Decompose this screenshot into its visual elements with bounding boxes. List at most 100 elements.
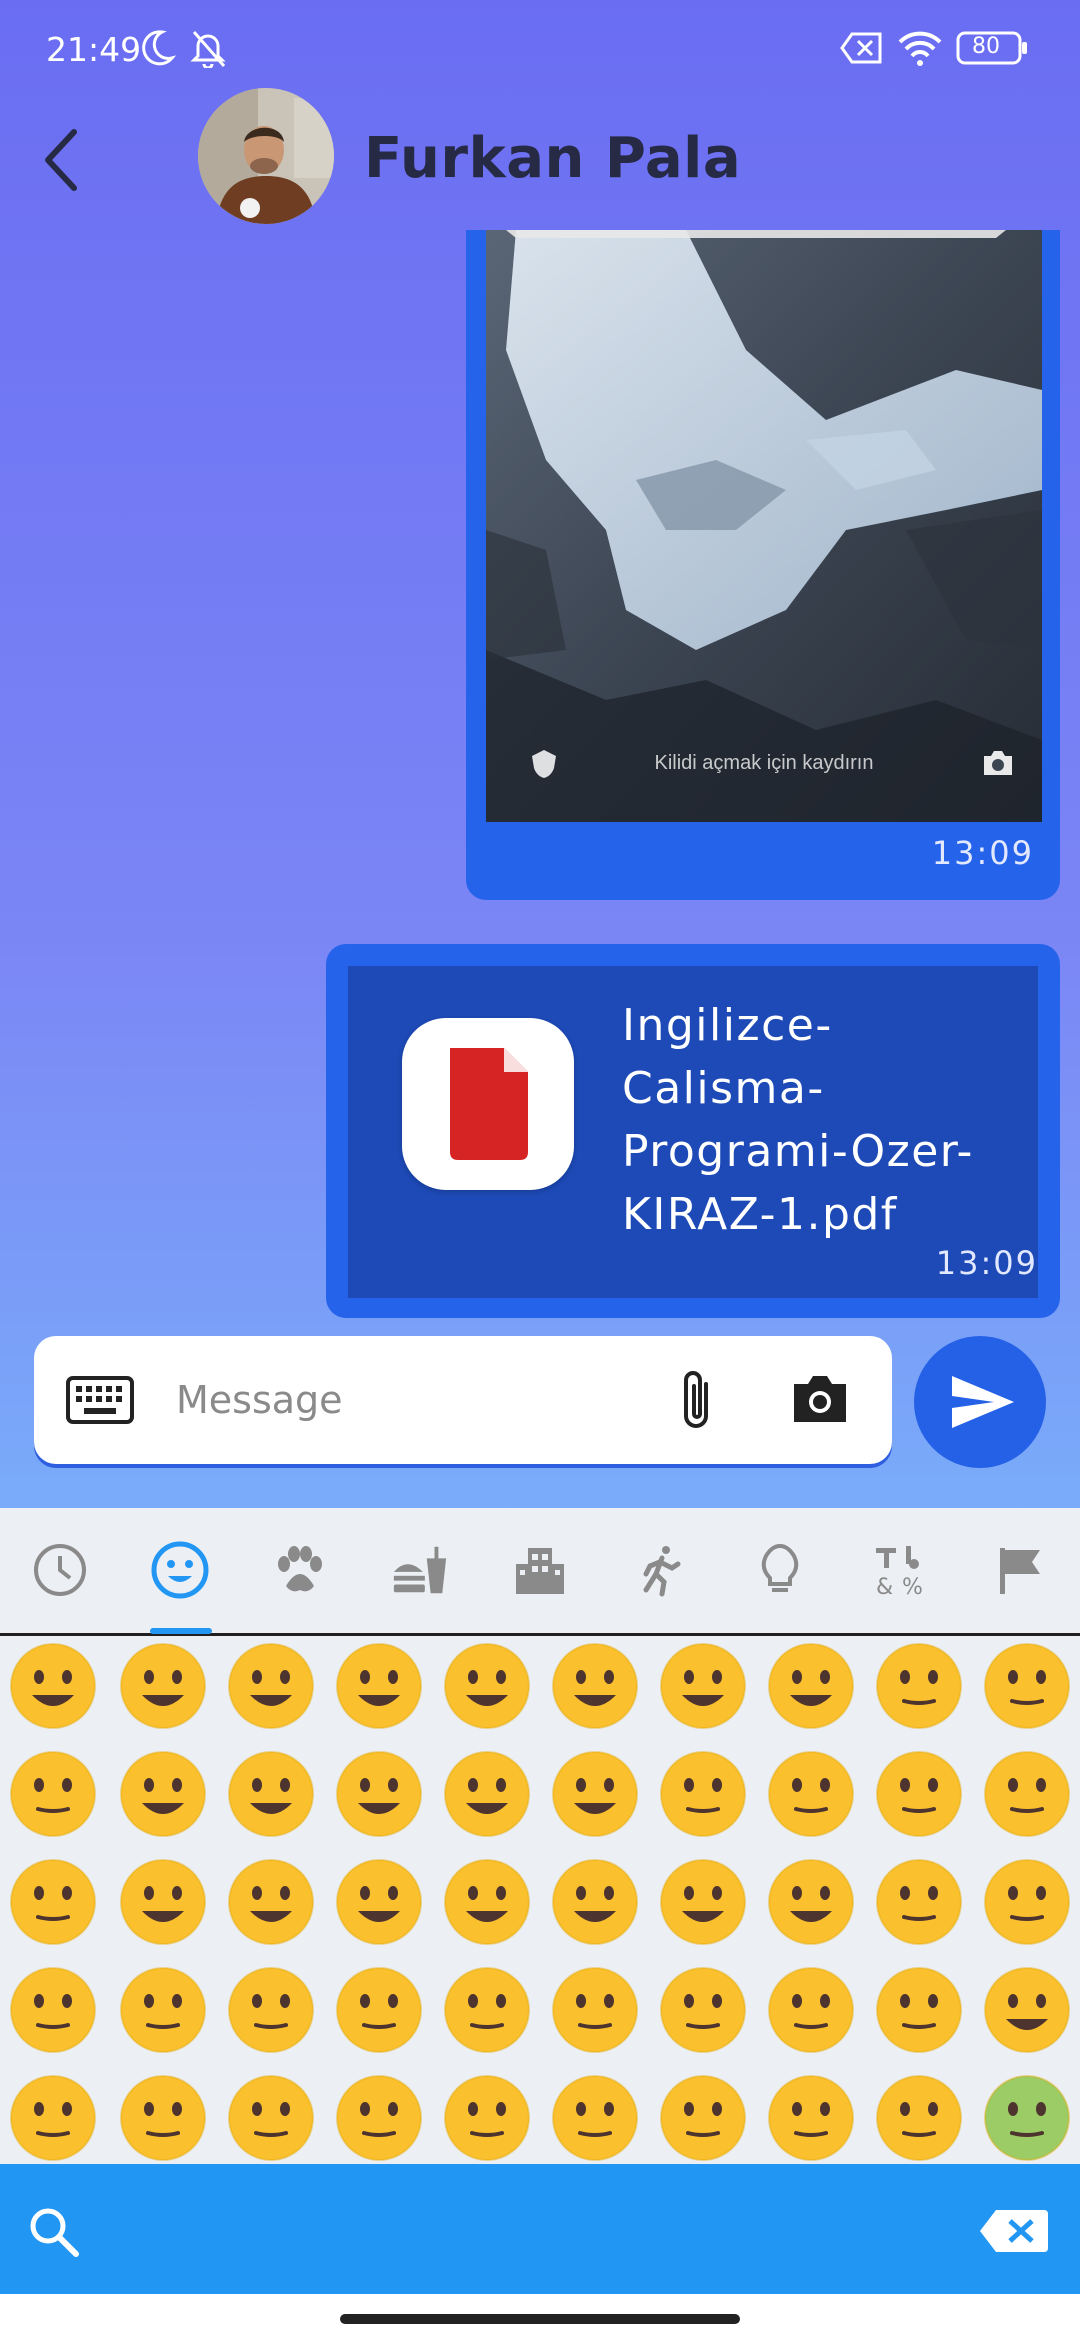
emoji-upside[interactable] [982, 1641, 1072, 1731]
emoji-unamused[interactable] [766, 1965, 856, 2055]
symbols-icon[interactable]: &% [870, 1538, 930, 1602]
activities-icon[interactable] [630, 1538, 690, 1602]
emoji-category-bar: &% [0, 1508, 1080, 1636]
emoji-hearts[interactable] [334, 1749, 424, 1839]
image-message-bubble[interactable]: Kilidi açmak için kaydırın 13:09 [466, 230, 1060, 900]
chat-screen: 21:49 80 Furkan Pala Kilidi açmak için k… [0, 0, 1080, 2340]
emoji-rolleyes[interactable] [874, 1965, 964, 2055]
emoji-grin[interactable] [8, 1641, 98, 1731]
emoji-slight[interactable] [874, 1641, 964, 1731]
file-attachment[interactable]: Ingilizce- Calisma- Programi-Ozer- KIRAZ… [348, 966, 1038, 1298]
message-photo[interactable]: Kilidi açmak için kaydırın [486, 230, 1042, 822]
emoji-zipper[interactable] [118, 1965, 208, 2055]
emoji-shush[interactable] [982, 1857, 1072, 1947]
emoji-money[interactable] [658, 1857, 748, 1947]
emoji-brow[interactable] [226, 1965, 316, 2055]
emoji-handmouth[interactable] [874, 1857, 964, 1947]
battery-level: 80 [972, 34, 1000, 59]
emoji-relieved[interactable] [118, 2073, 208, 2163]
flags-icon[interactable] [990, 1538, 1050, 1602]
emoji-smiley[interactable] [118, 1641, 208, 1731]
chevron-left-icon [45, 129, 77, 191]
bell-off-icon [188, 28, 228, 77]
emoji-kiss[interactable] [658, 1749, 748, 1839]
emoji-beam[interactable] [334, 1641, 424, 1731]
message-time: 13:09 [935, 1244, 1038, 1282]
emoji-neutral[interactable] [334, 1965, 424, 2055]
emoji-lying[interactable] [8, 2073, 98, 2163]
message-time: 13:09 [931, 834, 1034, 872]
emoji-hearteyes[interactable] [442, 1749, 532, 1839]
emoji-yum[interactable] [118, 1857, 208, 1947]
emoji-kissclosed[interactable] [982, 1749, 1072, 1839]
emoji-winktongue[interactable] [334, 1857, 424, 1947]
emoji-rofl[interactable] [658, 1641, 748, 1731]
emoji-expressionless[interactable] [442, 1965, 532, 2055]
emoji-mask[interactable] [658, 2073, 748, 2163]
emoji-thermo[interactable] [766, 2073, 856, 2163]
camera-button[interactable] [790, 1372, 850, 1431]
chat-header: Furkan Pala [0, 80, 1080, 240]
camera-icon [980, 748, 1016, 783]
backspace-icon[interactable] [978, 2206, 1050, 2261]
moon-icon [140, 28, 177, 77]
search-icon[interactable] [26, 2204, 82, 2265]
category-selected-indicator [150, 1628, 212, 1634]
emoji-stars[interactable] [550, 1749, 640, 1839]
home-indicator[interactable] [340, 2314, 740, 2324]
sim-off-icon [840, 28, 884, 77]
keyboard-icon [66, 1376, 134, 1424]
emoji-hug[interactable] [766, 1857, 856, 1947]
emoji-relaxed[interactable] [874, 1749, 964, 1839]
emoji-sleepy[interactable] [334, 2073, 424, 2163]
smileys-icon[interactable] [150, 1538, 210, 1602]
send-icon [952, 1376, 1014, 1428]
emoji-search-bar [0, 2164, 1080, 2294]
avatar[interactable] [198, 88, 334, 224]
emoji-drool[interactable] [442, 2073, 532, 2163]
paperclip-icon [684, 1371, 708, 1428]
file-message-bubble[interactable]: Ingilizce- Calisma- Programi-Ozer- KIRAZ… [326, 944, 1060, 1318]
emoji-halo[interactable] [226, 1749, 316, 1839]
emoji-bandage[interactable] [874, 2073, 964, 2163]
send-button[interactable] [914, 1336, 1046, 1468]
emoji-nauseated[interactable] [982, 2073, 1072, 2163]
emoji-smirk[interactable] [658, 1965, 748, 2055]
emoji-kissing[interactable] [766, 1749, 856, 1839]
emoji-kisssmile[interactable] [8, 1857, 98, 1947]
emoji-squinttongue[interactable] [550, 1857, 640, 1947]
emoji-think[interactable] [8, 1965, 98, 2055]
emoji-squint[interactable] [442, 1641, 532, 1731]
emoji-keyboard: &% [0, 1508, 1080, 2164]
emoji-wink[interactable] [8, 1749, 98, 1839]
system-navigation-bar [0, 2294, 1080, 2340]
keyboard-toggle-button[interactable] [64, 1372, 136, 1433]
food-icon[interactable] [390, 1538, 450, 1602]
objects-icon[interactable] [750, 1538, 810, 1602]
back-button[interactable] [30, 120, 120, 200]
lock-screen-hint: Kilidi açmak için kaydırın [654, 752, 874, 774]
status-time: 21:49 [46, 30, 142, 69]
emoji-blush[interactable] [118, 1749, 208, 1839]
attach-button[interactable] [668, 1366, 728, 1441]
emoji-zany[interactable] [442, 1857, 532, 1947]
contact-name[interactable]: Furkan Pala [364, 126, 741, 191]
svg-text:&: & [876, 1575, 893, 1598]
svg-text:%: % [902, 1575, 923, 1598]
emoji-grid [0, 1639, 1080, 2164]
emoji-pensive[interactable] [226, 2073, 316, 2163]
travel-icon[interactable] [510, 1538, 570, 1602]
emoji-nomouth[interactable] [550, 1965, 640, 2055]
emoji-joy[interactable] [766, 1641, 856, 1731]
wifi-icon [896, 28, 944, 77]
emoji-smile[interactable] [226, 1641, 316, 1731]
message-input[interactable] [174, 1364, 674, 1436]
camera-icon [794, 1376, 846, 1422]
emoji-tongue[interactable] [226, 1857, 316, 1947]
animals-icon[interactable] [270, 1538, 330, 1602]
pdf-file-icon [402, 1018, 574, 1190]
emoji-grimace[interactable] [982, 1965, 1072, 2055]
emoji-sweat[interactable] [550, 1641, 640, 1731]
emoji-sleeping[interactable] [550, 2073, 640, 2163]
recent-icon[interactable] [30, 1538, 90, 1602]
